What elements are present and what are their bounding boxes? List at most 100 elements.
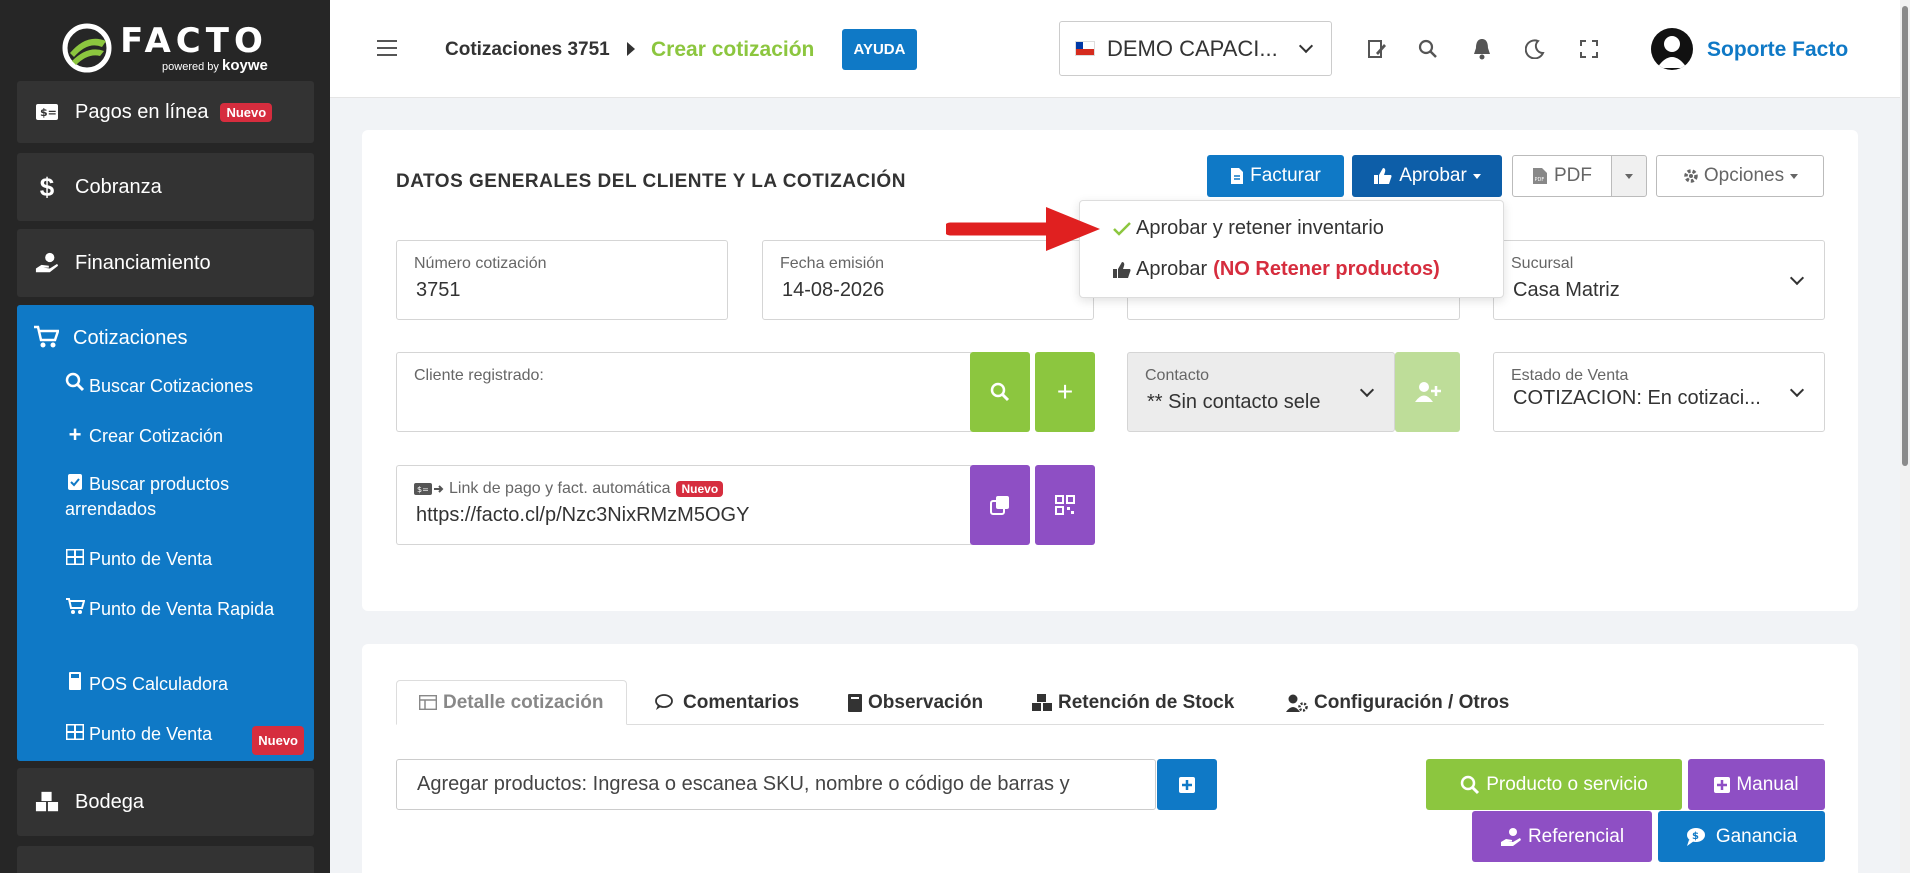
company-name: DEMO CAPACI... bbox=[1107, 35, 1278, 61]
scrollbar[interactable] bbox=[1900, 0, 1910, 873]
opciones-button[interactable]: Opciones bbox=[1656, 155, 1824, 197]
tab-observacion[interactable]: Observación bbox=[848, 680, 983, 725]
menu-toggle-icon[interactable] bbox=[377, 40, 397, 56]
pdf-options-toggle[interactable] bbox=[1611, 155, 1647, 197]
money-link-icon: $= bbox=[414, 483, 444, 495]
user-name[interactable]: Soporte Facto bbox=[1707, 38, 1848, 62]
bell-icon[interactable] bbox=[1470, 37, 1494, 61]
sidebar-item-cotizaciones[interactable]: Cotizaciones bbox=[17, 305, 314, 371]
search-client-button[interactable] bbox=[970, 352, 1030, 432]
chevron-down-icon bbox=[1298, 38, 1314, 53]
numero-cotizacion-field[interactable]: Número cotización 3751 bbox=[396, 240, 728, 320]
hand-money-icon bbox=[1500, 827, 1521, 846]
help-button[interactable]: AYUDA bbox=[842, 29, 917, 70]
tab-comentarios[interactable]: Comentarios bbox=[655, 680, 799, 725]
table-icon bbox=[419, 695, 437, 710]
cliente-field[interactable]: Cliente registrado: bbox=[396, 352, 973, 432]
comments-dollar-icon: $ bbox=[1686, 827, 1705, 846]
sidebar-item-financiamiento[interactable]: Financiamiento bbox=[17, 229, 314, 297]
payment-link-field[interactable]: $= Link de pago y fact. automática Nuevo… bbox=[396, 465, 973, 545]
sidebar-sub-crear-cotizacion[interactable]: + Crear Cotización bbox=[65, 422, 304, 449]
plus-icon: + bbox=[1056, 376, 1074, 407]
pdf-file-icon: PDF bbox=[1533, 168, 1547, 184]
aprobar-dropdown-menu: Aprobar y retener inventario Aprobar (NO… bbox=[1079, 200, 1504, 298]
company-select[interactable]: DEMO CAPACI... bbox=[1059, 21, 1332, 76]
sidebar-sub-buscar-productos-arrendados[interactable]: Buscar productos arrendados bbox=[65, 472, 304, 522]
plus-square-icon bbox=[1714, 776, 1731, 793]
plus-icon: + bbox=[68, 422, 82, 447]
fullscreen-icon[interactable] bbox=[1577, 37, 1601, 61]
gear-icon bbox=[1684, 169, 1698, 183]
thumbs-up-icon bbox=[1374, 168, 1392, 184]
add-product-button[interactable] bbox=[1157, 759, 1217, 810]
tab-configuracion[interactable]: Configuración / Otros bbox=[1286, 680, 1509, 725]
comments-icon bbox=[655, 693, 677, 712]
qr-code-button[interactable] bbox=[1035, 465, 1095, 545]
calculator-icon bbox=[65, 672, 85, 697]
money-card-icon: $= bbox=[35, 100, 59, 124]
thumbs-up-icon bbox=[1113, 261, 1131, 278]
breadcrumb-current: Crear cotización bbox=[651, 38, 815, 61]
aprobar-retener-option[interactable]: Aprobar y retener inventario bbox=[1112, 217, 1384, 240]
sidebar-item-cobranza[interactable]: $ Cobranza bbox=[17, 153, 314, 221]
manual-button[interactable]: Manual bbox=[1688, 759, 1825, 810]
clipboard-check-icon bbox=[65, 472, 85, 497]
breadcrumb-parent[interactable]: Cotizaciones 3751 bbox=[445, 39, 610, 61]
sucursal-select[interactable]: Sucursal Casa Matriz bbox=[1493, 240, 1825, 320]
pdf-button[interactable]: PDF PDF bbox=[1512, 155, 1612, 197]
sidebar-sub-punto-de-venta-rapida[interactable]: Punto de Venta Rapida bbox=[65, 597, 304, 622]
sidebar-item-label: Cotizaciones bbox=[73, 326, 188, 349]
user-plus-icon bbox=[1414, 382, 1441, 402]
grid-icon bbox=[65, 722, 85, 747]
facto-logo-icon bbox=[62, 23, 112, 73]
avatar[interactable] bbox=[1651, 28, 1693, 70]
tab-detalle-cotizacion[interactable]: Detalle cotización bbox=[396, 680, 627, 725]
svg-text:PDF: PDF bbox=[1535, 177, 1545, 183]
sidebar-item-pagos[interactable]: $= Pagos en línea Nuevo bbox=[17, 81, 314, 143]
add-contact-button[interactable] bbox=[1395, 352, 1460, 432]
add-product-input[interactable]: Agregar productos: Ingresa o escanea SKU… bbox=[396, 759, 1156, 810]
referencial-button[interactable]: Referencial bbox=[1472, 811, 1652, 862]
hand-money-icon bbox=[35, 251, 59, 275]
chile-flag-icon bbox=[1075, 41, 1095, 56]
sidebar-sub-punto-de-venta-nuevo[interactable]: Punto de Venta Nuevo bbox=[65, 722, 304, 755]
cart-icon bbox=[33, 325, 60, 351]
search-icon[interactable] bbox=[1416, 37, 1440, 61]
copy-icon bbox=[990, 496, 1009, 515]
aprobar-dropdown-button[interactable]: Aprobar bbox=[1352, 155, 1502, 197]
sidebar-sub-pos-calculadora[interactable]: POS Calculadora bbox=[65, 672, 304, 697]
plus-square-icon bbox=[1179, 776, 1195, 793]
book-icon bbox=[848, 693, 862, 712]
moon-icon[interactable] bbox=[1523, 37, 1547, 61]
edit-document-icon[interactable] bbox=[1365, 37, 1389, 61]
sidebar-sub-buscar-cotizaciones[interactable]: Buscar Cotizaciones bbox=[65, 372, 304, 399]
tab-retencion-stock[interactable]: Retención de Stock bbox=[1032, 680, 1234, 725]
user-gear-icon bbox=[1286, 694, 1308, 712]
chevron-down-icon bbox=[1789, 270, 1805, 286]
svg-text:$: $ bbox=[1692, 831, 1699, 842]
check-icon bbox=[1113, 221, 1131, 236]
sidebar-sub-punto-de-venta[interactable]: Punto de Venta bbox=[65, 547, 304, 572]
copy-link-button[interactable] bbox=[970, 465, 1030, 545]
sidebar-item-next[interactable] bbox=[17, 846, 314, 873]
file-icon bbox=[1231, 168, 1244, 184]
contacto-select[interactable]: Contacto ** Sin contacto sele bbox=[1127, 352, 1395, 432]
caret-down-icon bbox=[1790, 173, 1799, 179]
estado-venta-select[interactable]: Estado de Venta COTIZACION: En cotizaci.… bbox=[1493, 352, 1825, 432]
aprobar-no-retener-option[interactable]: Aprobar (NO Retener productos) bbox=[1112, 258, 1440, 281]
brand-name: FACTO bbox=[120, 20, 268, 61]
producto-servicio-button[interactable]: Producto o servicio bbox=[1426, 759, 1682, 810]
chevron-down-icon bbox=[1359, 382, 1375, 398]
new-badge: Nuevo bbox=[676, 481, 724, 497]
search-icon bbox=[990, 382, 1010, 402]
sidebar-item-bodega[interactable]: Bodega bbox=[17, 768, 314, 836]
svg-text:$=: $= bbox=[417, 485, 429, 494]
topbar: Cotizaciones 3751 Crear cotización AYUDA… bbox=[330, 0, 1900, 98]
annotation-arrow-icon bbox=[946, 207, 1100, 251]
boxes-icon bbox=[1032, 693, 1052, 712]
facturar-button[interactable]: Facturar bbox=[1207, 155, 1344, 197]
add-client-button[interactable]: + bbox=[1035, 352, 1095, 432]
detail-card: Detalle cotización Comentarios Observaci… bbox=[362, 644, 1858, 873]
ganancia-button[interactable]: $ Ganancia bbox=[1658, 811, 1825, 862]
qr-code-icon bbox=[1055, 495, 1075, 515]
